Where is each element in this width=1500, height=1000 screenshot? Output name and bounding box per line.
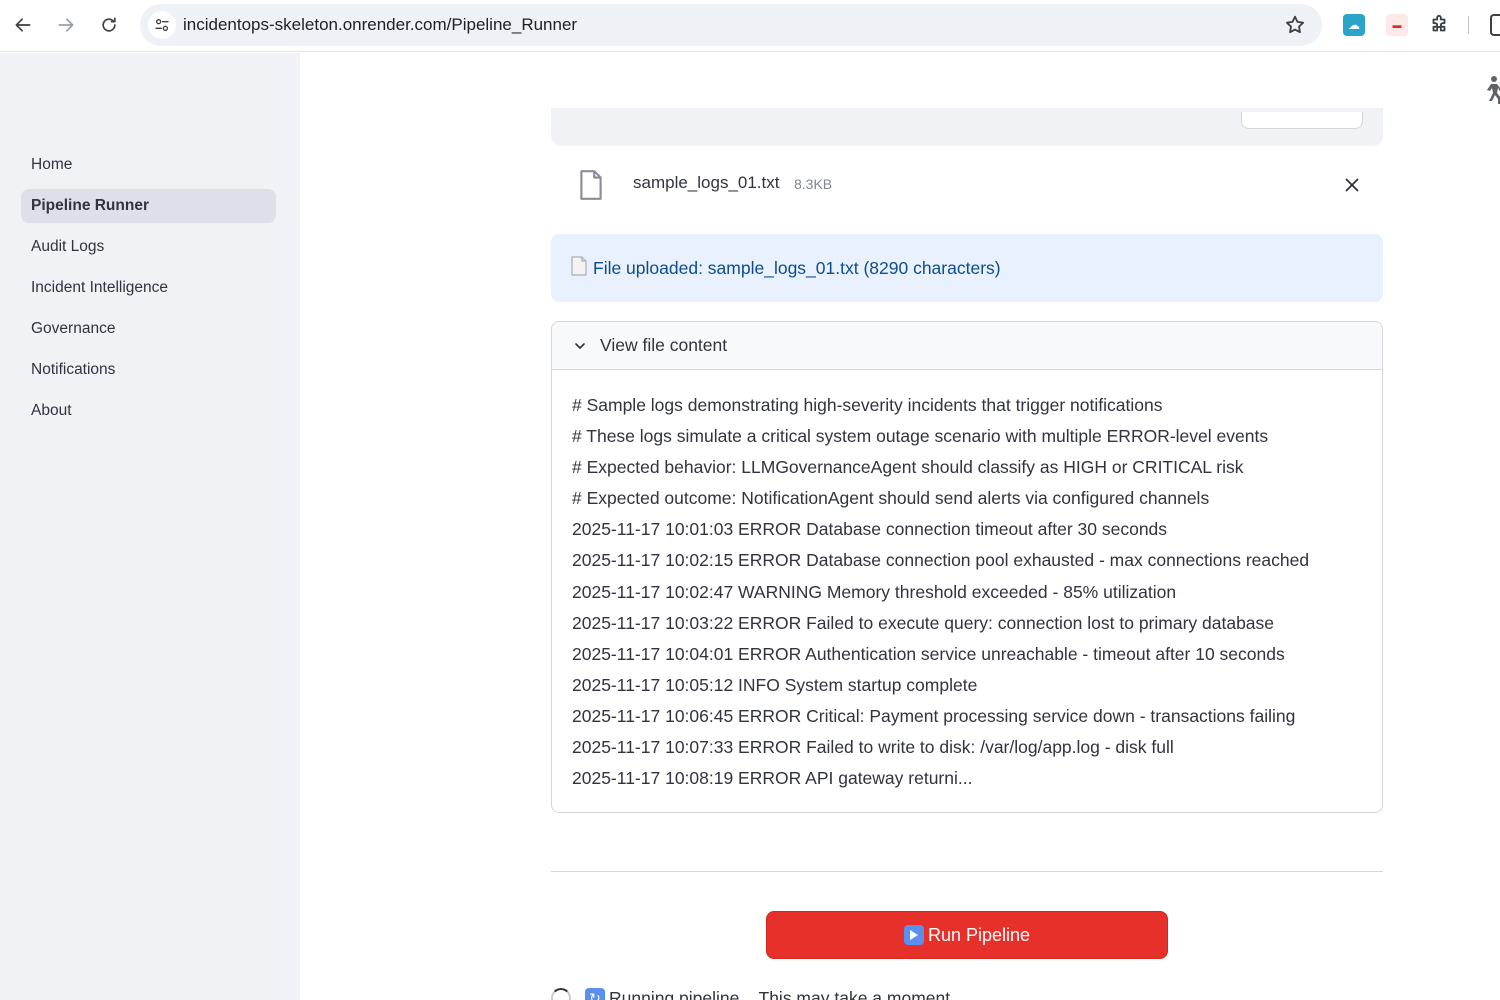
sidebar: Home Pipeline Runner Audit Logs Incident… [0,53,300,1000]
running-status: ↻ Running pipeline... This may take a mo… [551,983,955,1000]
sidebar-item-label: Audit Logs [31,238,105,255]
log-line: 2025-11-17 10:04:01 ERROR Authentication… [572,643,1285,664]
toolbar-separator [1468,16,1469,34]
file-size: 8.3KB [794,176,833,192]
star-icon [1286,15,1304,34]
browse-files-button[interactable] [1241,112,1363,129]
running-status-text: Running pipeline... This may take a mome… [609,987,955,1000]
log-line: # These logs simulate a critical system … [572,426,1269,447]
run-pipeline-label: Run Pipeline [927,924,1031,945]
log-line: 2025-11-17 10:07:33 ERROR Failed to writ… [572,737,1174,758]
sidebar-item-audit-logs[interactable]: Audit Logs [21,230,276,264]
chevron-down-icon [575,342,585,349]
extension-cloud-icon[interactable]: ☁ [1343,14,1365,36]
extensions-puzzle-icon[interactable] [1428,14,1450,36]
close-icon[interactable] [1341,174,1363,196]
log-line: 2025-11-17 10:03:22 ERROR Failed to exec… [572,612,1275,633]
address-bar[interactable]: incidentops-skeleton.onrender.com/Pipeli… [140,4,1322,46]
play-icon [903,925,924,945]
log-line: 2025-11-17 10:08:19 ERROR API gateway re… [572,768,973,789]
site-info-button[interactable] [148,11,176,39]
log-line: 2025-11-17 10:02:15 ERROR Database conne… [572,550,1310,571]
sidebar-item-label: Home [31,156,73,173]
log-line: 2025-11-17 10:01:03 ERROR Database conne… [572,519,1168,540]
tune-icon [155,18,169,31]
log-line: 2025-11-17 10:05:12 INFO System startup … [572,674,978,695]
refresh-icon: ↻ [585,988,605,1000]
file-name: sample_logs_01.txt [633,173,780,192]
log-line: 2025-11-17 10:02:47 WARNING Memory thres… [572,581,1177,602]
bookmark-button[interactable] [1284,14,1306,36]
sidebar-item-about[interactable]: About [21,394,276,428]
browser-toolbar: incidentops-skeleton.onrender.com/Pipeli… [0,0,1500,52]
file-uploader-dropzone[interactable] [551,108,1383,146]
log-line: # Expected behavior: LLMGovernanceAgent … [572,457,1244,478]
profile-icon[interactable] [1490,14,1500,36]
page-facing-up-icon [571,256,587,276]
sidebar-item-incident-intelligence[interactable]: Incident Intelligence [21,271,276,305]
sidebar-item-label: Notifications [31,361,116,378]
section-divider [551,871,1383,872]
log-line: 2025-11-17 10:06:45 ERROR Critical: Paym… [572,705,1296,726]
expander-title: View file content [600,335,728,355]
sidebar-item-label: About [31,402,72,419]
expander-toggle[interactable]: View file content [552,322,1382,370]
sidebar-item-notifications[interactable]: Notifications [21,353,276,387]
upload-success-alert: File uploaded: sample_logs_01.txt (8290 … [551,234,1383,302]
arrow-right-icon [58,18,74,32]
back-button[interactable] [10,12,36,38]
reload-button[interactable] [96,12,122,38]
forward-button[interactable] [53,12,79,38]
log-line: # Expected outcome: NotificationAgent sh… [572,488,1210,509]
uploaded-file-row: sample_logs_01.txt 8.3KB [551,160,1383,210]
arrow-left-icon [15,18,31,32]
running-man-icon [1479,74,1500,104]
run-pipeline-button[interactable]: Run Pipeline [766,911,1168,959]
extension-pdf-icon[interactable]: ▬ [1386,14,1408,36]
sidebar-item-label: Governance [31,320,116,337]
upload-success-text: File uploaded: sample_logs_01.txt (8290 … [593,257,1001,278]
url-text[interactable]: incidentops-skeleton.onrender.com/Pipeli… [183,15,577,35]
file-content-expander: View file content # Sample logs demonstr… [551,321,1383,813]
sidebar-item-label: Pipeline Runner [31,197,149,214]
sidebar-item-label: Incident Intelligence [31,279,169,296]
log-line: # Sample logs demonstrating high-severit… [572,395,1163,415]
sidebar-item-governance[interactable]: Governance [21,312,276,346]
spinner-icon [551,988,571,1000]
reload-icon [102,17,116,32]
file-content-body: # Sample logs demonstrating high-severit… [552,370,1382,794]
sidebar-item-home[interactable]: Home [21,148,276,182]
file-icon [580,170,602,200]
sidebar-item-pipeline-runner[interactable]: Pipeline Runner [21,189,276,223]
